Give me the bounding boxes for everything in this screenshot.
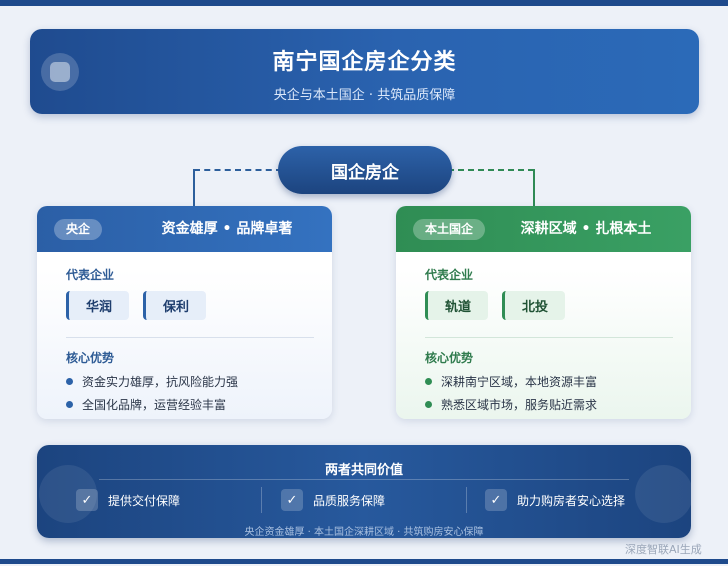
divider xyxy=(425,337,673,338)
footer-caption: 央企资金雄厚 · 本土国企深耕区域 · 共筑购房安心保障 xyxy=(244,527,484,538)
check-icon: ✓ xyxy=(485,489,507,511)
bottom-accent-bar xyxy=(0,559,728,564)
advantage-text: 全国化品牌，运营经验丰富 xyxy=(82,397,227,412)
shared-value-text: 品质服务保障 xyxy=(313,493,386,508)
shared-value-panel: 两者共同价值 ✓ 提供交付保障 ✓ 品质服务保障 ✓ 助力购房者安心选择 央企资… xyxy=(37,445,691,538)
advantage-text: 熟悉区域市场，服务贴近需求 xyxy=(441,397,598,412)
company-chip: 华润 xyxy=(66,291,129,320)
card-central-soe: 央企 资金雄厚 • 品牌卓著 代表企业 华润 保利 核心优势 资金实力雄厚，抗风… xyxy=(37,206,332,419)
card-local-soe: 本土国企 深耕区域 • 扎根本土 代表企业 轨道 北投 核心优势 深耕南宁区域，… xyxy=(396,206,691,419)
separator xyxy=(466,487,467,513)
divider xyxy=(99,479,629,480)
advantage-item: 全国化品牌，运营经验丰富 xyxy=(66,395,226,413)
advantage-label: 核心优势 xyxy=(425,351,474,365)
page-subtitle: 央企与本土国企 · 共筑品质保障 xyxy=(273,88,456,103)
shared-value-item: ✓ 提供交付保障 xyxy=(76,488,180,512)
company-chip: 保利 xyxy=(143,291,206,320)
connector-right-dashed xyxy=(448,169,534,171)
connector-left-dashed xyxy=(194,169,282,171)
advantage-item: 熟悉区域市场，服务贴近需求 xyxy=(425,395,597,413)
top-accent-bar xyxy=(0,0,728,6)
advantage-label: 核心优势 xyxy=(66,351,115,365)
connector-left-vertical xyxy=(193,169,195,207)
company-chip: 北投 xyxy=(502,291,565,320)
bullet-dot-icon xyxy=(425,377,432,385)
connector-right-vertical xyxy=(533,169,535,207)
bullet-dot-icon xyxy=(66,400,73,408)
representative-label: 代表企业 xyxy=(425,268,474,282)
advantage-item: 资金实力雄厚，抗风险能力强 xyxy=(66,372,238,390)
shared-value-title: 两者共同价值 xyxy=(324,463,403,478)
card-header: 本土国企 深耕区域 • 扎根本土 xyxy=(396,206,691,252)
divider xyxy=(66,337,314,338)
shared-value-item: ✓ 品质服务保障 xyxy=(281,488,385,512)
advantage-text: 深耕南宁区域，本地资源丰富 xyxy=(441,374,598,389)
card-headline: 资金雄厚 • 品牌卓著 xyxy=(161,221,293,237)
separator xyxy=(261,487,262,513)
bullet-dot-icon xyxy=(425,400,432,408)
check-icon: ✓ xyxy=(281,489,303,511)
shared-value-text: 助力购房者安心选择 xyxy=(517,493,626,508)
advantage-item: 深耕南宁区域，本地资源丰富 xyxy=(425,372,597,390)
bullet-dot-icon xyxy=(66,377,73,385)
shared-value-text: 提供交付保障 xyxy=(108,493,181,508)
center-node: 国企房企 xyxy=(278,146,452,194)
advantage-text: 资金实力雄厚，抗风险能力强 xyxy=(82,374,239,389)
page-title: 南宁国企房企分类 xyxy=(272,50,457,75)
representative-label: 代表企业 xyxy=(66,268,115,282)
shared-value-item: ✓ 助力购房者安心选择 xyxy=(485,488,625,512)
card-tag: 央企 xyxy=(54,219,103,240)
company-chip: 轨道 xyxy=(425,291,488,320)
watermark: 深度智联AI生成 xyxy=(625,543,702,556)
card-header: 央企 资金雄厚 • 品牌卓著 xyxy=(37,206,332,252)
card-tag: 本土国企 xyxy=(413,219,486,240)
check-icon: ✓ xyxy=(76,489,98,511)
card-headline: 深耕区域 • 扎根本土 xyxy=(520,221,652,237)
